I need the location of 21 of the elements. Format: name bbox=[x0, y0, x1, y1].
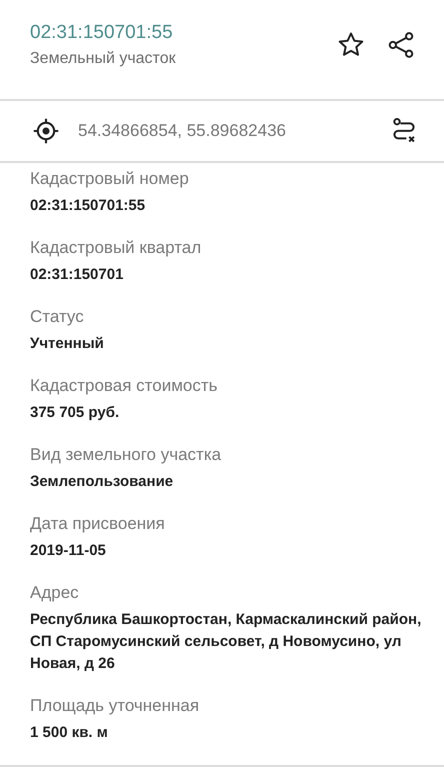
share-icon[interactable] bbox=[386, 30, 416, 60]
field-value: 02:31:150701:55 bbox=[30, 196, 146, 216]
location-target-icon[interactable] bbox=[32, 117, 60, 145]
field-value: 2019-11-05 bbox=[30, 541, 107, 561]
object-title: 02:31:150701:55 bbox=[30, 21, 174, 45]
object-type: Земельный участок bbox=[30, 49, 176, 69]
field-label: Кадастровый квартал bbox=[30, 237, 202, 259]
field-value: 02:31:150701 bbox=[30, 265, 124, 285]
coordinates-text: 54.34866854, 55.89682436 bbox=[78, 121, 287, 141]
field-value: Республика Башкортостан, Кармаскалинский район, СП Старомусинский сельсовет, д Новомусино, ул Новая, д 26 bbox=[30, 610, 422, 674]
field-label: Кадастровая стоимость bbox=[30, 375, 218, 397]
field-value: 1 500 кв. м bbox=[30, 723, 109, 743]
field-label: Статус bbox=[30, 306, 85, 328]
field-label: Дата присвоения bbox=[30, 513, 166, 535]
field-label: Вид земельного участка bbox=[30, 444, 222, 466]
field-value: Землепользование bbox=[30, 472, 174, 492]
field-label: Адрес bbox=[30, 582, 80, 604]
field-label: Кадастровый номер bbox=[30, 168, 190, 190]
field-value: 375 705 руб. bbox=[30, 403, 120, 423]
field-value: Учтенный bbox=[30, 334, 105, 354]
field-label: Площадь уточненная bbox=[30, 695, 200, 717]
